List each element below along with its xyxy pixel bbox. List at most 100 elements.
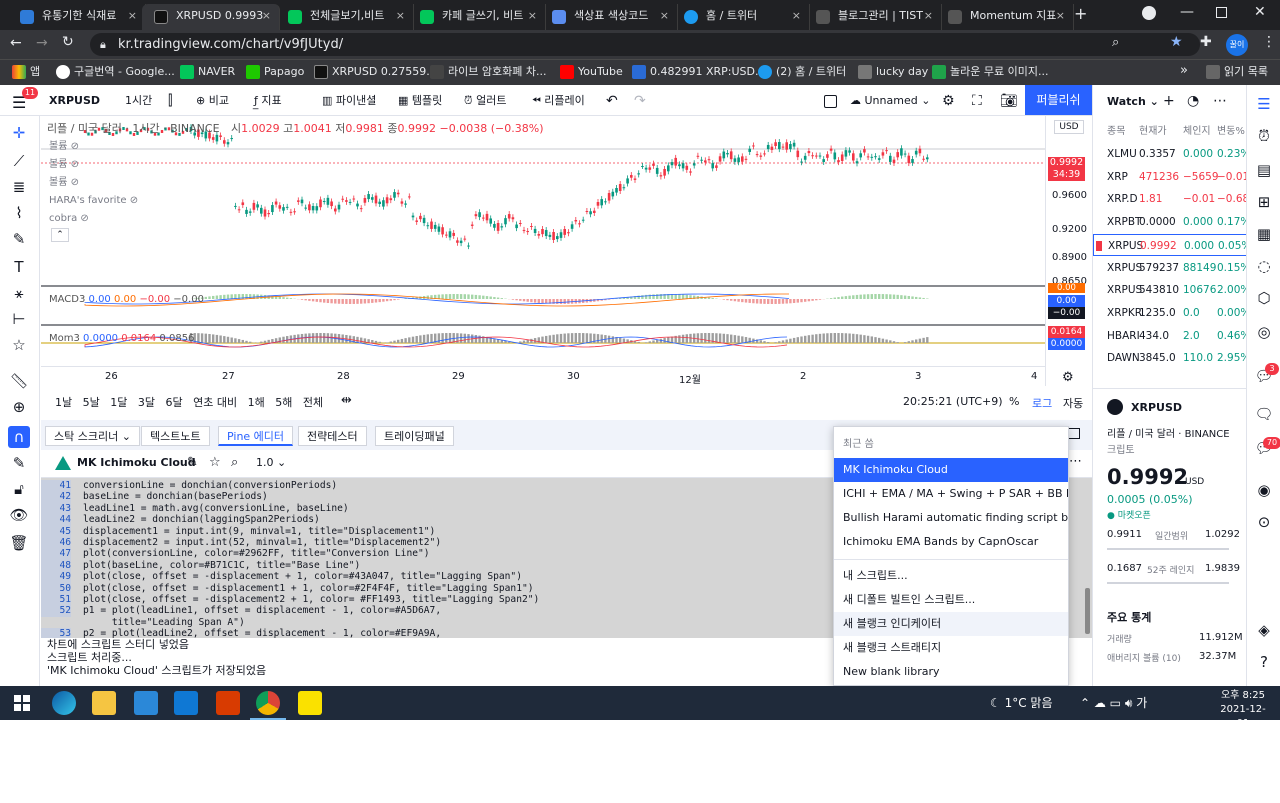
search-icon[interactable]: ⌕ bbox=[231, 455, 238, 470]
reload-icon[interactable]: ↻ bbox=[62, 34, 74, 50]
new-tab-icon[interactable]: + bbox=[1074, 4, 1087, 23]
data-window-icon[interactable]: ▤ bbox=[1253, 159, 1275, 181]
watchlist-title-button[interactable]: Watch ⌄ bbox=[1107, 95, 1159, 108]
range-3m[interactable]: 3달 bbox=[138, 396, 155, 409]
close-icon[interactable]: × bbox=[528, 4, 537, 28]
alerts-clock-icon[interactable]: ⏰︎ bbox=[1253, 125, 1275, 147]
more-bookmarks-icon[interactable]: » bbox=[1180, 63, 1188, 78]
settings-gear-icon[interactable]: ⚙ bbox=[942, 92, 955, 110]
range-5d[interactable]: 5날 bbox=[83, 396, 100, 409]
bookmark-item[interactable]: XRPUSD 0.27559... bbox=[314, 64, 437, 80]
tab-pine-editor[interactable]: Pine 에디터 bbox=[218, 426, 294, 446]
hotlists-icon[interactable]: ⊞ bbox=[1253, 191, 1275, 213]
more-options-icon[interactable]: ⋯ bbox=[1069, 454, 1082, 469]
menu-item-recent-script[interactable]: Bullish Harami automatic finding script … bbox=[834, 506, 1068, 530]
browser-tab[interactable]: 색상표 색상코드 × bbox=[540, 4, 678, 30]
tab-trading-panel[interactable]: 트레이딩패널 bbox=[375, 426, 454, 446]
fib-icon[interactable]: ≣ bbox=[8, 176, 30, 198]
edge-icon[interactable] bbox=[52, 691, 76, 715]
symbol-search-button[interactable]: XRPUSD bbox=[49, 92, 100, 110]
eye-icon[interactable]: 👁︎ bbox=[8, 504, 30, 526]
alert-button[interactable]: ⏰︎ 얼러트 bbox=[464, 92, 506, 110]
bookmark-item[interactable]: YouTube bbox=[560, 64, 623, 80]
undo-icon[interactable]: ↶ bbox=[606, 92, 618, 110]
favorite-star-icon[interactable]: ☆ bbox=[209, 455, 221, 470]
watchlist-row[interactable]: XLMU0.3357 0.0000.23% bbox=[1093, 143, 1247, 165]
menu-item-recent-script[interactable]: Ichimoku EMA Bands by CapnOscar bbox=[834, 530, 1068, 554]
bookmark-item[interactable]: 0.482991 XRP:USD... bbox=[632, 64, 766, 80]
weather-widget[interactable]: ☾ 1°C 맑음 bbox=[990, 694, 1053, 711]
eye-hidden-icon[interactable]: ⊘ bbox=[71, 159, 79, 170]
bookmark-item[interactable]: (2) 홈 / 트위터 bbox=[758, 64, 846, 80]
watchlist-row[interactable]: HBARI434.0 2.0 0.46% bbox=[1093, 325, 1247, 347]
favorite-star-icon[interactable]: ☆ bbox=[8, 334, 30, 356]
menu-item-new-strategy[interactable]: 새 블랭크 스트래티지 bbox=[834, 636, 1068, 660]
node-tool-icon[interactable]: ⚹ bbox=[8, 282, 30, 304]
close-icon[interactable]: × bbox=[1056, 4, 1065, 28]
back-icon[interactable]: ← bbox=[10, 35, 22, 51]
patterns-icon[interactable]: ⌇ bbox=[8, 202, 30, 224]
lock-icon[interactable]: 🔓︎ bbox=[8, 478, 30, 500]
close-icon[interactable]: × bbox=[792, 4, 801, 28]
code-scrollbar[interactable] bbox=[1085, 588, 1090, 634]
tab-stock-screener[interactable]: 스탁 스크리너 ⌄ bbox=[45, 426, 140, 446]
collapse-legend-icon[interactable]: ⌃ bbox=[51, 228, 69, 242]
study-haras-favorite[interactable]: HARA's favorite ⊘ bbox=[49, 192, 138, 210]
log-toggle[interactable]: 로그 bbox=[1032, 395, 1052, 411]
clock-time[interactable]: 20:25:21 (UTC+9) bbox=[903, 395, 1003, 408]
eye-hidden-icon[interactable]: ⊘ bbox=[80, 213, 88, 224]
bookmark-item[interactable]: lucky day bbox=[858, 64, 928, 80]
range-all[interactable]: 전체 bbox=[303, 396, 323, 409]
chart-settings-gear-icon[interactable]: ⚙ bbox=[1062, 370, 1074, 385]
layout-icon[interactable] bbox=[824, 95, 837, 108]
clock-icon[interactable]: ◔ bbox=[1187, 93, 1199, 109]
study-volume[interactable]: 볼륨 ⊘ bbox=[49, 174, 138, 192]
bookmark-star-icon[interactable]: ★ bbox=[1170, 34, 1183, 50]
currency-button[interactable]: USD bbox=[1054, 120, 1084, 134]
brush-icon[interactable]: ✎ bbox=[8, 228, 30, 250]
add-symbol-icon[interactable]: + bbox=[1163, 93, 1175, 109]
menu-item-my-scripts[interactable]: 내 스크립트... bbox=[834, 564, 1068, 588]
ideas-bulb-icon[interactable]: ◌ bbox=[1253, 255, 1275, 277]
measure-icon[interactable]: ⊢ bbox=[8, 308, 30, 330]
crosshair-icon[interactable]: ✛ bbox=[8, 122, 30, 144]
browser-tab[interactable]: 홈 / 트위터 × bbox=[672, 4, 810, 30]
bookmark-apps[interactable]: 앱 bbox=[12, 64, 40, 80]
notifications-icon[interactable]: ◎ bbox=[1253, 321, 1275, 343]
calendar-icon[interactable]: ▦ bbox=[1253, 223, 1275, 245]
close-icon[interactable]: × bbox=[924, 4, 933, 28]
eye-hidden-icon[interactable]: ⊘ bbox=[71, 177, 79, 188]
mail-icon[interactable] bbox=[174, 691, 198, 715]
menu-item-recent-script[interactable]: ICHI + EMA / MA + Swing + P SAR + BB by … bbox=[834, 482, 1068, 506]
text-tool-icon[interactable]: T bbox=[8, 256, 30, 278]
redo-icon[interactable]: ↷ bbox=[634, 92, 646, 110]
menu-item-new-library[interactable]: New blank library bbox=[834, 660, 1068, 684]
forward-icon[interactable]: → bbox=[36, 35, 48, 51]
camera-icon[interactable]: 📷︎ bbox=[1000, 92, 1018, 110]
price-axis[interactable]: USD 0.9600 0.9200 0.8900 0.8650 0.9992 3… bbox=[1045, 116, 1092, 386]
range-1y[interactable]: 1해 bbox=[248, 396, 265, 409]
browser-tab[interactable]: Momentum 지표 × bbox=[936, 4, 1074, 30]
close-icon[interactable]: × bbox=[660, 4, 669, 28]
percent-toggle[interactable]: % bbox=[1009, 395, 1019, 408]
messages-icon[interactable]: 🗨︎ bbox=[1253, 403, 1275, 425]
browser-tab[interactable]: 유통기한 식재료 × bbox=[8, 4, 146, 30]
profile-avatar[interactable]: 꿀이 bbox=[1226, 34, 1248, 56]
close-icon[interactable]: × bbox=[262, 4, 271, 28]
bookmark-item[interactable]: 구글번역 - Google... bbox=[56, 64, 175, 80]
templates-button[interactable]: ▦ 템플릿 bbox=[398, 92, 442, 110]
study-cobra[interactable]: cobra ⊘ bbox=[49, 210, 138, 228]
browser-tab[interactable]: 카페 글쓰기, 비트 × bbox=[408, 4, 546, 30]
candle-style-icon[interactable]: ⫿ bbox=[168, 92, 172, 110]
range-5y[interactable]: 5해 bbox=[275, 396, 292, 409]
tab-search-icon[interactable] bbox=[1142, 6, 1156, 20]
indicators-button[interactable]: ƒ̲ 지표 bbox=[254, 92, 282, 110]
range-1m[interactable]: 1달 bbox=[110, 396, 127, 409]
menu-item-recent-script[interactable]: MK Ichimoku Cloud bbox=[834, 458, 1068, 482]
range-6m[interactable]: 6달 bbox=[166, 396, 183, 409]
range-ytd[interactable]: 연초 대비 bbox=[193, 396, 237, 409]
tray-icons[interactable]: ⌃ ☁ ▭ 🔊︎ 가 bbox=[1080, 694, 1147, 711]
bookmark-item[interactable]: NAVER bbox=[180, 64, 235, 80]
menu-kebab-icon[interactable]: ⋮ bbox=[1262, 34, 1276, 50]
close-icon[interactable]: × bbox=[128, 4, 137, 28]
